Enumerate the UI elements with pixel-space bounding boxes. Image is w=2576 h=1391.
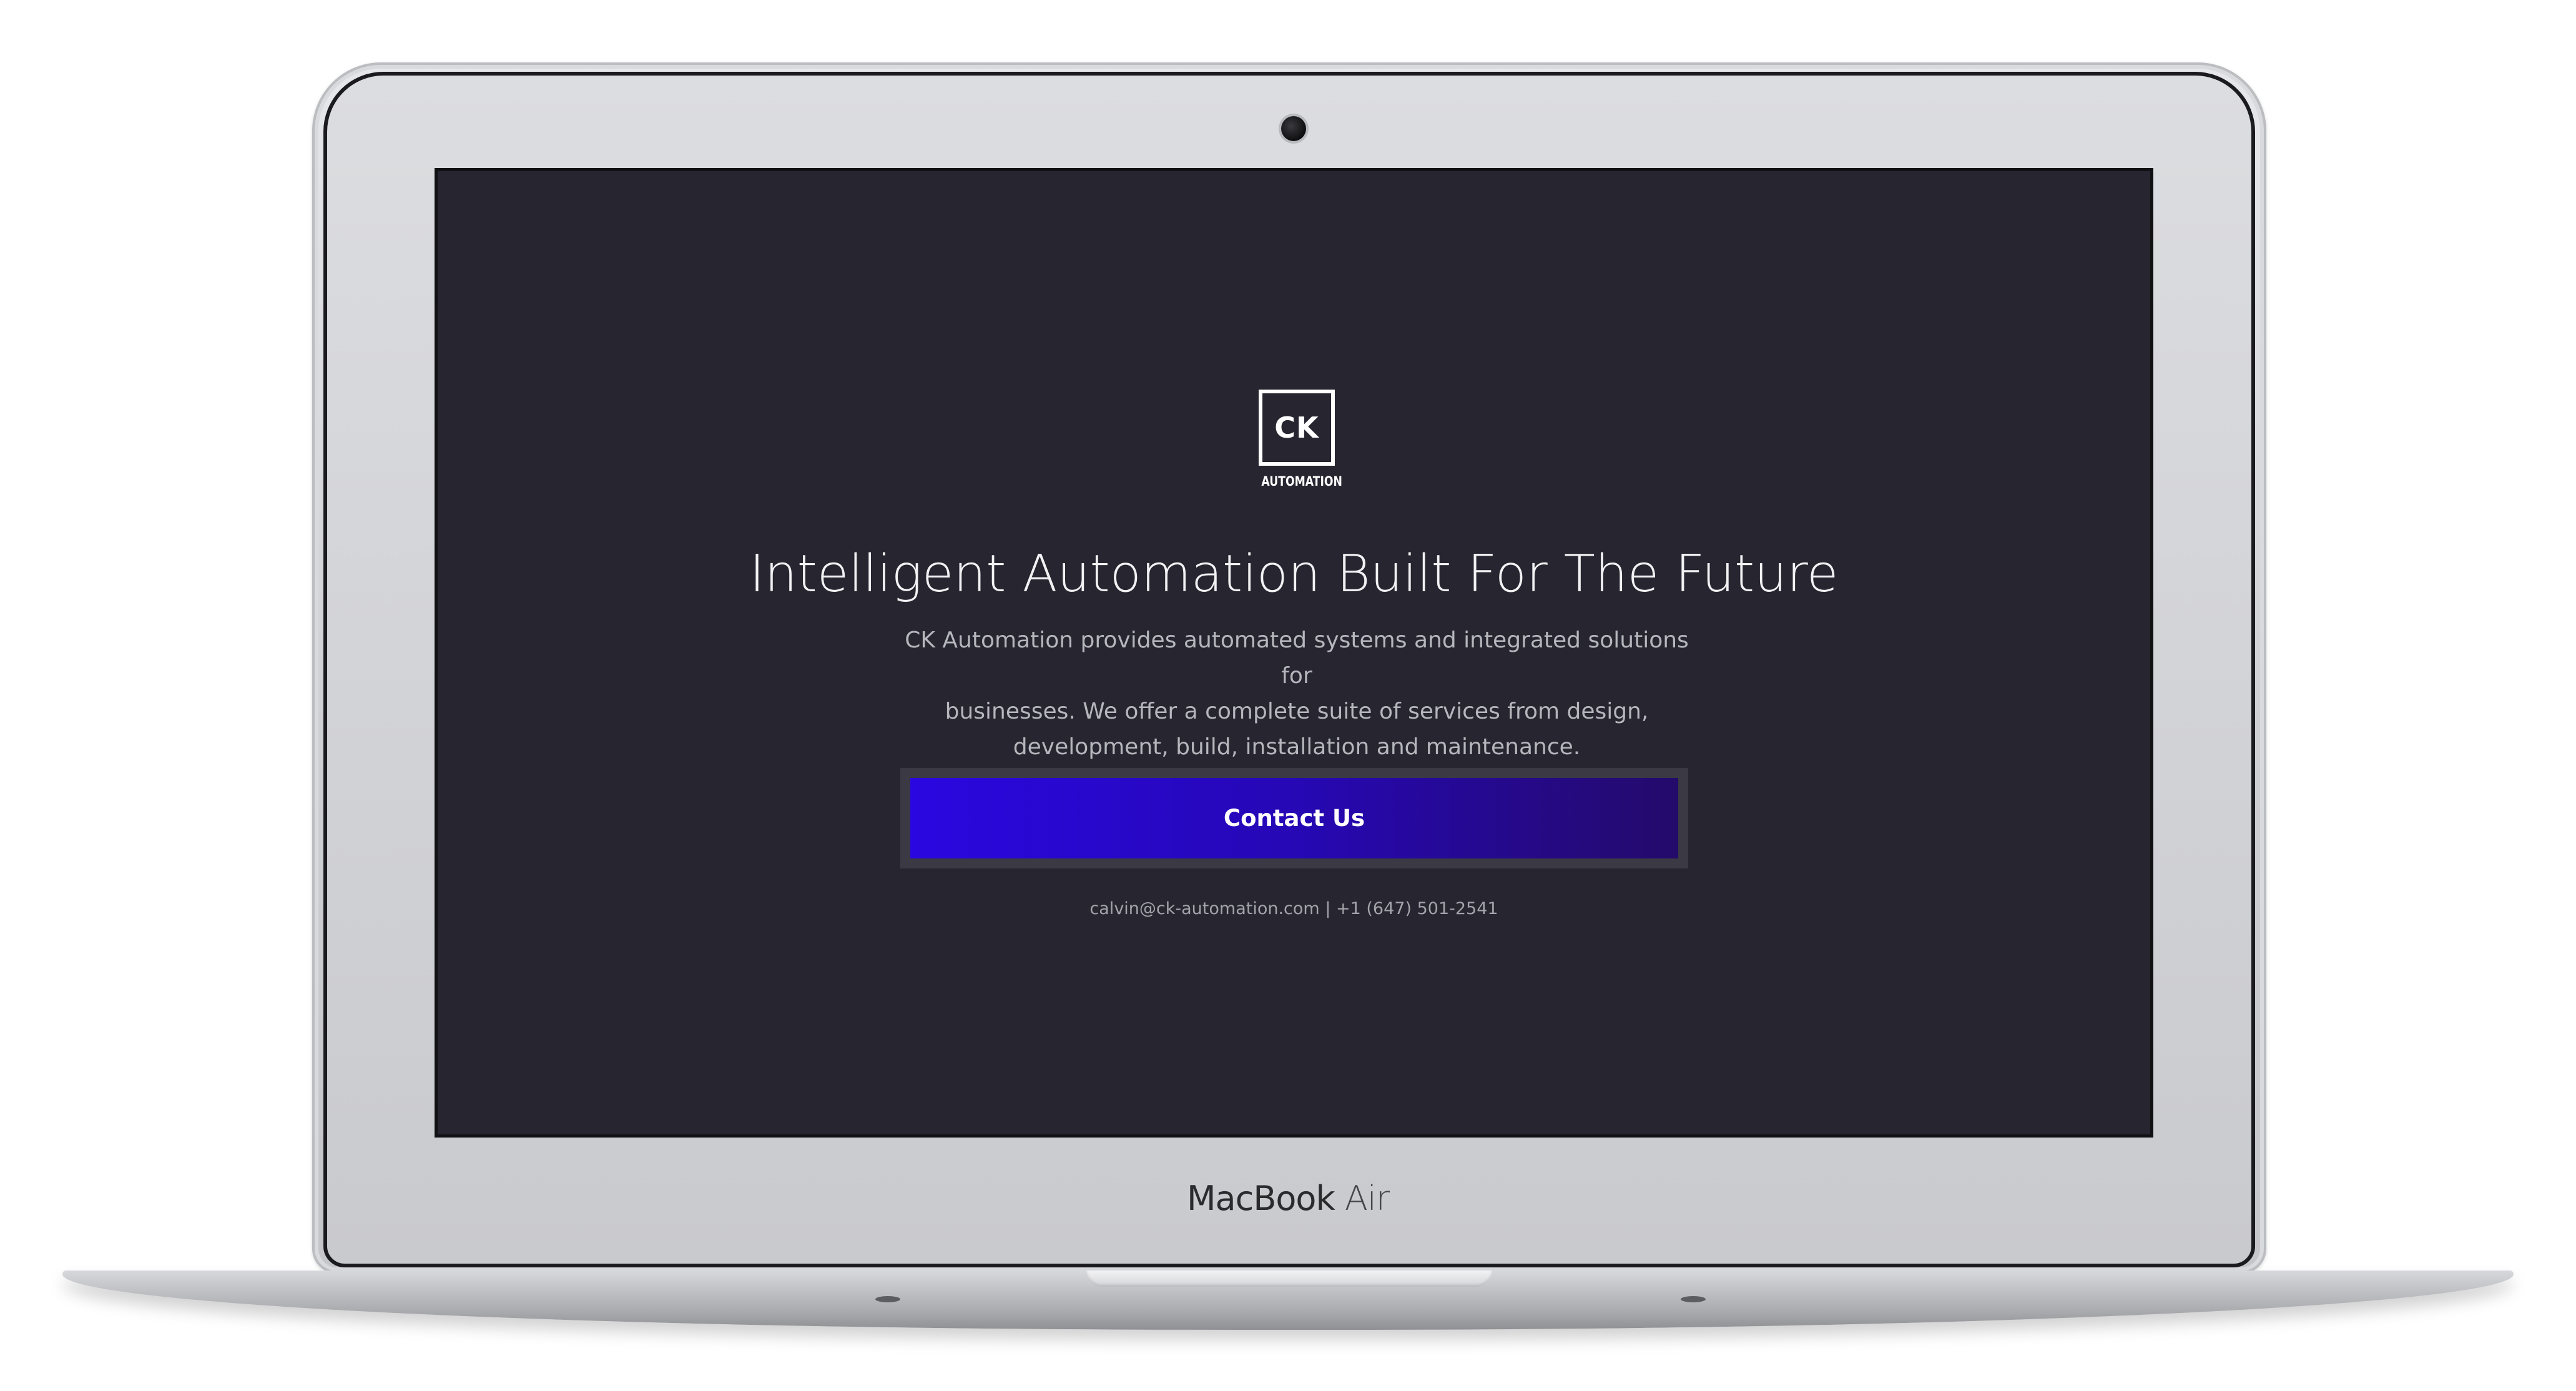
model-name: Air bbox=[1344, 1179, 1390, 1218]
brand-name: MacBook bbox=[1186, 1179, 1335, 1218]
lid-opening-notch bbox=[1086, 1271, 1492, 1287]
contact-separator: | bbox=[1325, 899, 1331, 918]
webcam-icon bbox=[1281, 116, 1306, 141]
description-line: CK Automation provides automated systems… bbox=[905, 627, 1689, 689]
logo-subtitle: AUTOMATION bbox=[1261, 474, 1342, 489]
phone-link[interactable]: +1 (647) 501-2541 bbox=[1336, 899, 1498, 918]
contact-info: calvin@ck-automation.com | +1 (647) 501-… bbox=[438, 899, 2150, 918]
landing-page: CK AUTOMATION Intelligent Automation Bui… bbox=[438, 171, 2150, 1134]
laptop-foot-right bbox=[1681, 1296, 1706, 1302]
hero-headline: Intelligent Automation Built For The Fut… bbox=[749, 544, 1839, 604]
logo-initials: CK bbox=[1274, 411, 1319, 445]
hero-description: CK Automation provides automated systems… bbox=[891, 622, 1703, 765]
laptop-mockup: CK AUTOMATION Intelligent Automation Bui… bbox=[0, 0, 2576, 1391]
email-link[interactable]: calvin@ck-automation.com bbox=[1089, 899, 1319, 918]
contact-us-button[interactable]: Contact Us bbox=[910, 778, 1678, 858]
device-brand-label: MacBook Air bbox=[0, 1179, 2576, 1218]
contact-button-frame: Contact Us bbox=[900, 768, 1688, 868]
laptop-foot-left bbox=[875, 1296, 900, 1302]
laptop-screen: CK AUTOMATION Intelligent Automation Bui… bbox=[435, 168, 2153, 1138]
description-line: development, build, installation and mai… bbox=[1013, 734, 1581, 760]
logo-box: CK bbox=[1259, 390, 1335, 466]
description-line: businesses. We offer a complete suite of… bbox=[945, 699, 1649, 724]
ck-automation-logo[interactable]: CK AUTOMATION bbox=[1254, 390, 1342, 496]
